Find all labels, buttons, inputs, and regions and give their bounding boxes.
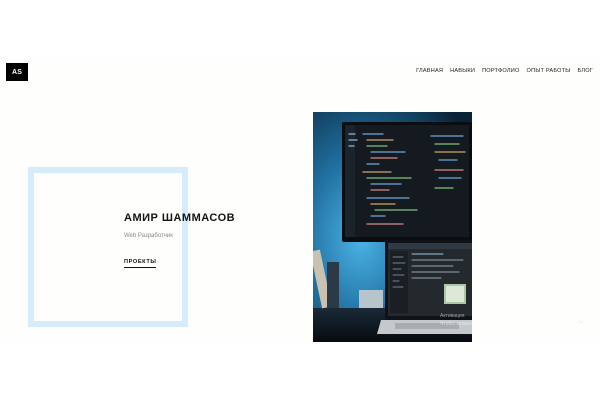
logo[interactable]: AS bbox=[6, 63, 28, 81]
hero-photo bbox=[313, 112, 472, 342]
hero-role: Web Разработчик bbox=[124, 233, 173, 239]
projects-link[interactable]: ПРОЕКТЫ bbox=[124, 259, 157, 268]
activation-overlay-text: Чтобы активир bbox=[440, 321, 475, 327]
nav-item-skills[interactable]: НАВЫКИ bbox=[450, 68, 475, 74]
activation-overlay-title: Активация bbox=[440, 313, 465, 319]
chevron-down-icon[interactable]: ⌵ bbox=[579, 319, 584, 326]
nav-item-experience[interactable]: ОПЫТ РАБОТЫ bbox=[527, 68, 571, 74]
hero-name: АМИР ШАММАСОВ bbox=[124, 212, 236, 224]
nav-item-blog[interactable]: БЛОГ bbox=[577, 68, 593, 74]
nav-item-portfolio[interactable]: ПОРТФОЛИО bbox=[482, 68, 519, 74]
top-nav: ГЛАВНАЯ НАВЫКИ ПОРТФОЛИО ОПЫТ РАБОТЫ БЛО… bbox=[416, 68, 593, 74]
decorative-frame bbox=[28, 167, 188, 327]
workspace-illustration bbox=[313, 112, 472, 342]
nav-item-home[interactable]: ГЛАВНАЯ bbox=[416, 68, 443, 74]
